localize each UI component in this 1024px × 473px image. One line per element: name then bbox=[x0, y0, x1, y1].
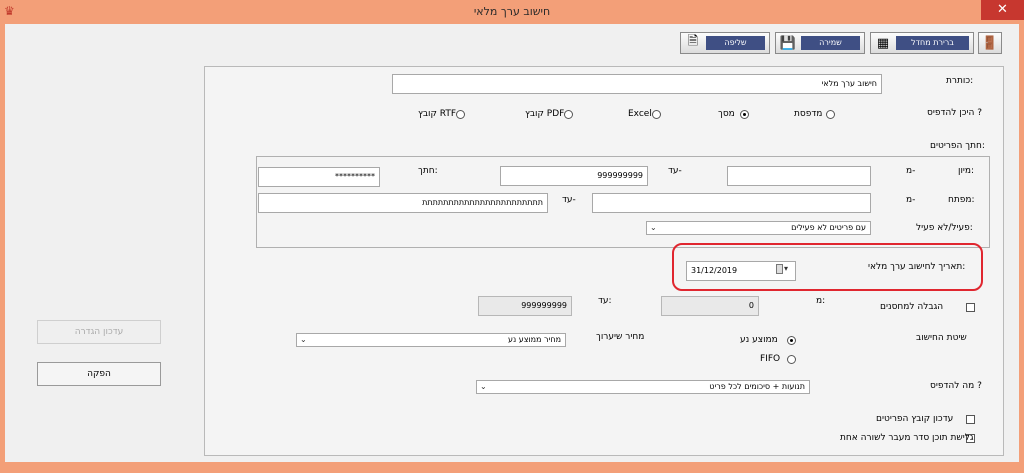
scroll-content-label: גלישת תוכן סדר מעבר לשורה אחת bbox=[840, 433, 974, 443]
active-select[interactable]: עם פריטים לא פעילים bbox=[646, 221, 871, 235]
door-exit-icon: 🚪 bbox=[981, 35, 999, 51]
revaluation-select-value: מחיר ממוצע נע bbox=[507, 335, 561, 344]
radio-pdf[interactable] bbox=[564, 110, 573, 119]
calendar-picker-icon[interactable] bbox=[776, 264, 783, 274]
what-to-print-label: מה להדפיס ? bbox=[930, 381, 982, 391]
key-label: מפתח: bbox=[948, 195, 975, 205]
key-to-label: עד- bbox=[562, 195, 576, 205]
key-from-input[interactable] bbox=[592, 193, 871, 213]
sort-from-input[interactable] bbox=[727, 166, 871, 186]
exit-button[interactable]: 🚪 bbox=[978, 32, 1002, 54]
revaluation-select[interactable]: מחיר ממוצע נע bbox=[296, 333, 566, 347]
slice-input[interactable]: ********** bbox=[258, 167, 380, 187]
active-select-value: עם פריטים לא פעילים bbox=[791, 223, 866, 232]
date-value: 31/12/2019 bbox=[691, 266, 738, 275]
header-input[interactable]: חישוב ערך מלאי bbox=[392, 74, 882, 94]
radio-fifo-label: FIFO bbox=[760, 354, 781, 364]
sort-to-label: עד- bbox=[668, 166, 682, 176]
key-from-label: מ- bbox=[906, 195, 916, 205]
what-to-print-select[interactable]: תנועות + סיכומים לכל פריט bbox=[476, 380, 810, 394]
warehouse-to-label: עד: bbox=[598, 296, 612, 306]
item-filter-label: חתך הפריטים: bbox=[930, 141, 985, 151]
load-icon: 🗎 bbox=[687, 34, 699, 49]
radio-pdf-label: קובץ PDF bbox=[525, 109, 565, 119]
update-items-label: עדכון קובץ הפריטים bbox=[876, 414, 954, 424]
warehouse-from-input[interactable]: 0 bbox=[661, 296, 759, 316]
chevron-down-icon[interactable]: ⌄ bbox=[650, 223, 657, 232]
date-label: תאריך לחישוב ערך מלאי: bbox=[868, 262, 966, 272]
save-icon: 💾 bbox=[779, 35, 797, 51]
taskbar-strip bbox=[0, 464, 1024, 473]
sort-from-label: מ- bbox=[906, 166, 916, 176]
calendar-icon: ▦ bbox=[876, 35, 890, 51]
active-label: פעיל/לא פעיל: bbox=[916, 223, 973, 233]
radio-rtf-label: קובץ RTF bbox=[418, 109, 457, 119]
sort-label: מיון: bbox=[958, 166, 975, 176]
radio-printer-label: מדפסת bbox=[794, 109, 823, 119]
calc-method-label: שיטת החישוב bbox=[916, 333, 967, 343]
close-button[interactable]: ✕ bbox=[981, 0, 1024, 20]
chevron-down-icon[interactable]: ⌄ bbox=[300, 335, 307, 344]
save-button[interactable]: 💾 שמירה bbox=[775, 32, 865, 54]
radio-rtf[interactable] bbox=[456, 110, 465, 119]
radio-excel[interactable] bbox=[652, 110, 661, 119]
warehouse-to-input[interactable]: 999999999 bbox=[478, 296, 572, 316]
update-items-checkbox[interactable] bbox=[966, 415, 975, 424]
radio-moving-average-label: ממוצע נע bbox=[740, 335, 778, 345]
key-to-input[interactable]: תתתתתתתתתתתתתתתתתתתתתתת bbox=[258, 193, 548, 213]
produce-button[interactable]: הפקה bbox=[37, 362, 161, 386]
what-to-print-value: תנועות + סיכומים לכל פריט bbox=[709, 382, 805, 391]
chevron-down-icon[interactable]: ▾ bbox=[784, 264, 788, 273]
radio-screen[interactable] bbox=[740, 110, 749, 119]
load-button[interactable]: 🗎 שליפה bbox=[680, 32, 770, 54]
radio-moving-average[interactable] bbox=[787, 336, 796, 345]
print-target-label: היכן להדפיס ? bbox=[927, 108, 982, 118]
default-button[interactable]: ▦ ברירת מחדל bbox=[870, 32, 974, 54]
update-definition-button[interactable]: עדכון הגדרה bbox=[37, 320, 161, 344]
revaluation-label: מחיר שיערוך bbox=[596, 332, 645, 342]
radio-printer[interactable] bbox=[826, 110, 835, 119]
slice-label: חתך: bbox=[418, 166, 438, 176]
warehouse-from-label: מ: bbox=[816, 296, 826, 306]
sort-to-input[interactable]: 999999999 bbox=[500, 166, 648, 186]
warehouse-checkbox[interactable] bbox=[966, 303, 975, 312]
radio-screen-label: מסך bbox=[718, 109, 735, 119]
window-title: חישוב ערך מלאי bbox=[473, 5, 551, 18]
warehouse-label: הגבלה למחסנים bbox=[880, 302, 944, 312]
radio-fifo[interactable] bbox=[787, 355, 796, 364]
chevron-down-icon[interactable]: ⌄ bbox=[480, 382, 487, 391]
header-label: כותרת: bbox=[946, 76, 974, 86]
radio-excel-label: Excel bbox=[628, 109, 652, 119]
